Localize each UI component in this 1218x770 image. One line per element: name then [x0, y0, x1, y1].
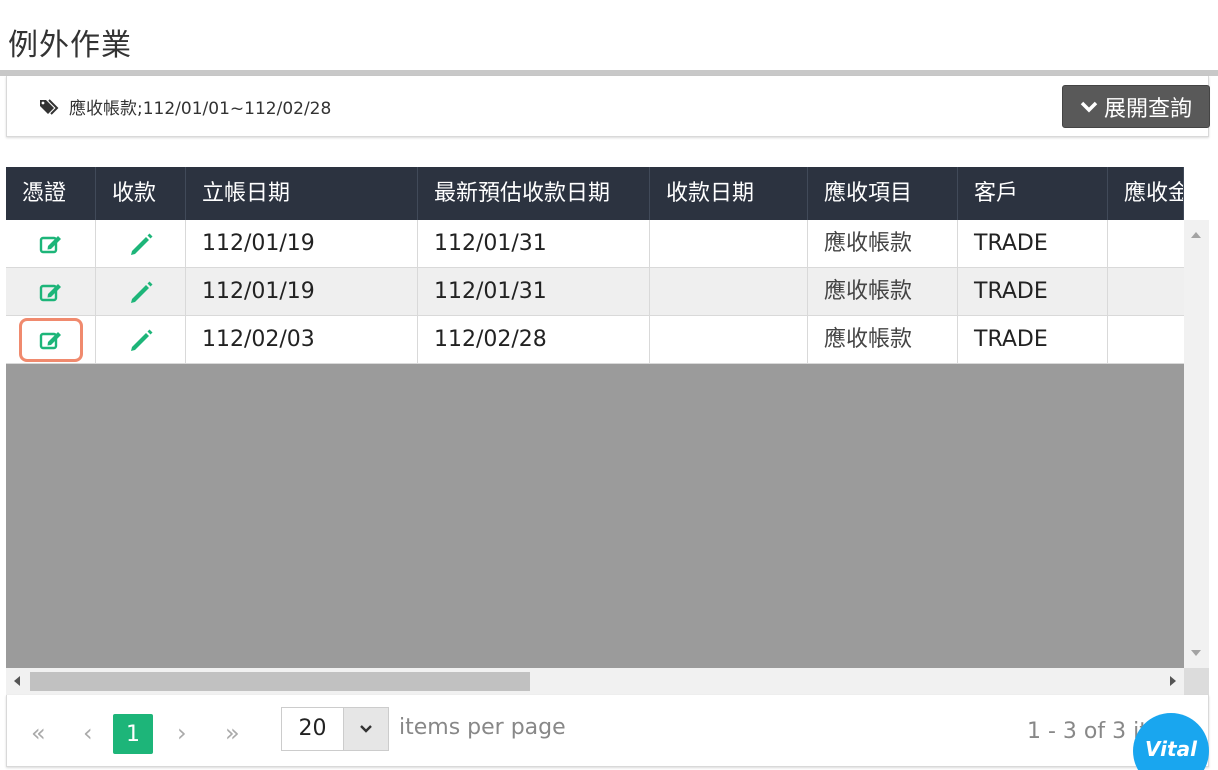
table-row: 112/01/19 112/01/31 應收帳款 TRADE [6, 268, 1184, 316]
column-header-item[interactable]: 應收項目 [808, 167, 958, 220]
customer-cell: TRADE [958, 220, 1108, 267]
pager: « ‹ 1 › » 20 items per page 1 - 3 of 3 i… [6, 695, 1209, 767]
column-header-voucher[interactable]: 憑證 [6, 167, 96, 220]
est-date-cell: 112/02/28 [418, 316, 650, 363]
receive-cell [96, 316, 186, 363]
item-cell: 應收帳款 [808, 316, 958, 363]
voucher-cell [6, 316, 96, 363]
date-cell: 112/02/03 [186, 316, 418, 363]
column-header-est-date[interactable]: 最新預估收款日期 [418, 167, 650, 220]
vertical-scrollbar[interactable] [1184, 220, 1209, 668]
filter-bar: 應收帳款;112/01/01~112/02/28 展開查詢 [6, 76, 1210, 137]
receive-edit-button[interactable] [109, 270, 173, 314]
tags-icon [40, 98, 59, 115]
pencil-icon [130, 233, 152, 255]
scrollbar-corner [1184, 668, 1209, 695]
amount-cell [1108, 316, 1184, 363]
receive-date-cell [650, 220, 808, 267]
grid-header: 憑證 收款 立帳日期 最新預估收款日期 收款日期 應收項目 客戶 應收金 [6, 167, 1184, 220]
receive-edit-button[interactable] [109, 222, 173, 266]
next-page-button[interactable]: › [177, 719, 187, 747]
column-header-amount[interactable]: 應收金 [1108, 167, 1184, 220]
amount-cell [1108, 220, 1184, 267]
filter-tag-text: 應收帳款;112/01/01~112/02/28 [69, 99, 332, 119]
page-size-select[interactable]: 20 [281, 707, 389, 751]
item-cell: 應收帳款 [808, 268, 958, 315]
horizontal-scroll-thumb[interactable] [30, 672, 530, 691]
amount-cell [1108, 268, 1184, 315]
column-header-receive[interactable]: 收款 [96, 167, 186, 220]
table-row: 112/01/19 112/01/31 應收帳款 TRADE [6, 220, 1184, 268]
prev-page-button[interactable]: ‹ [83, 719, 93, 747]
voucher-edit-button[interactable] [19, 222, 83, 266]
expand-query-label: 展開查詢 [1103, 96, 1192, 122]
page: 例外作業 應收帳款;112/01/01~112/02/28 展開查詢 憑證 收款… [0, 0, 1218, 770]
page-title: 例外作業 [8, 28, 132, 63]
scroll-down-icon[interactable] [1191, 650, 1201, 656]
first-page-button[interactable]: « [31, 719, 46, 747]
chevron-down-icon [360, 725, 372, 733]
pencil-icon [130, 329, 152, 351]
date-cell: 112/01/19 [186, 268, 418, 315]
edit-square-icon [39, 235, 61, 253]
voucher-cell [6, 220, 96, 267]
scroll-up-icon[interactable] [1191, 232, 1201, 238]
item-cell: 應收帳款 [808, 220, 958, 267]
page-size-value: 20 [282, 708, 344, 750]
customer-cell: TRADE [958, 316, 1108, 363]
filter-summary: 應收帳款;112/01/01~112/02/28 [39, 94, 331, 119]
chevron-down-icon [1080, 101, 1098, 112]
column-header-date[interactable]: 立帳日期 [186, 167, 418, 220]
grid-body: 112/01/19 112/01/31 應收帳款 TRADE 112/01/19… [6, 220, 1184, 364]
pencil-icon [130, 281, 152, 303]
edit-square-icon [39, 283, 61, 301]
grid-header-spacer [1184, 167, 1209, 220]
receive-cell [96, 220, 186, 267]
receive-date-cell [650, 268, 808, 315]
voucher-cell [6, 268, 96, 315]
last-page-button[interactable]: » [225, 719, 240, 747]
est-date-cell: 112/01/31 [418, 220, 650, 267]
horizontal-scrollbar[interactable] [6, 668, 1184, 695]
column-header-receive-date[interactable]: 收款日期 [650, 167, 808, 220]
pager-summary: 1 - 3 of 3 it [1027, 719, 1148, 744]
receive-edit-button[interactable] [109, 318, 173, 362]
page-size-dropdown[interactable] [344, 708, 388, 750]
column-header-customer[interactable]: 客戶 [958, 167, 1108, 220]
receive-cell [96, 268, 186, 315]
est-date-cell: 112/01/31 [418, 268, 650, 315]
expand-query-button[interactable]: 展開查詢 [1062, 85, 1210, 128]
data-grid: 憑證 收款 立帳日期 最新預估收款日期 收款日期 應收項目 客戶 應收金 112… [6, 167, 1209, 695]
receive-date-cell [650, 316, 808, 363]
voucher-edit-button[interactable] [19, 270, 83, 314]
table-row: 112/02/03 112/02/28 應收帳款 TRADE [6, 316, 1184, 364]
voucher-edit-button-highlighted[interactable] [18, 317, 83, 362]
page-number-current[interactable]: 1 [113, 714, 153, 754]
customer-cell: TRADE [958, 268, 1108, 315]
items-per-page-label: items per page [399, 715, 566, 740]
scroll-left-icon[interactable] [14, 676, 20, 686]
edit-square-icon [39, 331, 61, 349]
date-cell: 112/01/19 [186, 220, 418, 267]
scroll-right-icon[interactable] [1170, 676, 1176, 686]
